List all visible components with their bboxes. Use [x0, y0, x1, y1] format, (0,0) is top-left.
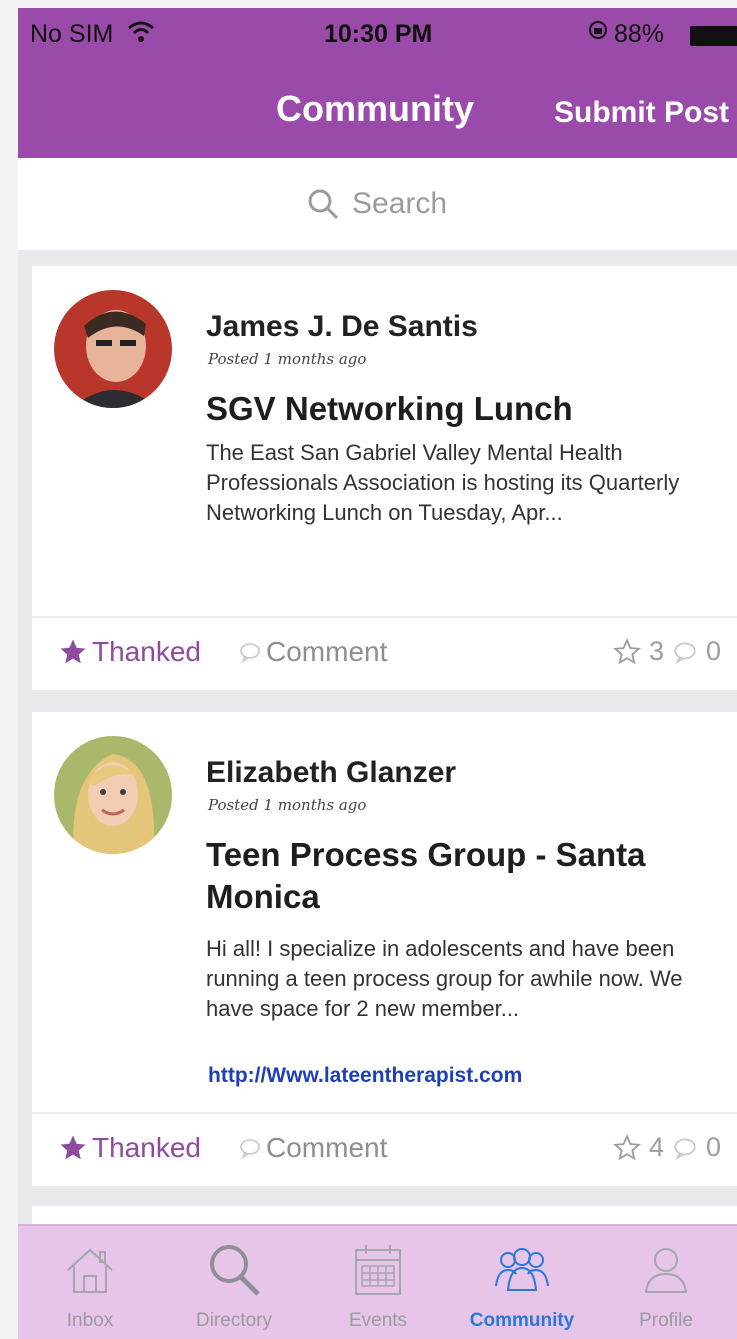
tab-bar: Inbox Directory Events Community Profile: [18, 1224, 737, 1339]
post-title[interactable]: Teen Process Group - Santa Monica: [206, 834, 706, 918]
search-placeholder: Search: [352, 187, 448, 220]
post-timestamp: Posted 1 months ago: [208, 350, 367, 368]
search-icon: [210, 1245, 260, 1296]
battery-percent: 88%: [614, 20, 665, 48]
submit-post-button[interactable]: Submit Post: [554, 96, 729, 130]
post-author[interactable]: James J. De Santis: [206, 310, 478, 344]
comment-button[interactable]: Comment: [238, 636, 387, 668]
comment-button[interactable]: Comment: [238, 1132, 387, 1164]
page-title: Community: [276, 88, 474, 129]
post-body: The East San Gabriel Valley Mental Healt…: [206, 440, 680, 525]
comment-count: 0: [705, 1132, 721, 1162]
star-filled-icon: [60, 1135, 86, 1160]
comment-count-icon: [674, 1137, 696, 1160]
thanks-count: 3: [648, 636, 664, 666]
thanked-button[interactable]: Thanked: [58, 1132, 201, 1164]
tab-label: Inbox: [66, 1310, 114, 1331]
carrier-label: No SIM: [30, 20, 114, 48]
tab-label: Community: [469, 1310, 575, 1331]
post-link[interactable]: http://Www.lateentherapist.com: [208, 1064, 522, 1088]
thanked-button[interactable]: Thanked: [58, 636, 201, 668]
person-icon: [644, 1248, 688, 1293]
star-outline-icon: [613, 637, 641, 664]
thanked-label: Thanked: [92, 1132, 201, 1163]
tab-community[interactable]: Community: [450, 1226, 594, 1339]
post-actions: Thanked Comment 4 0: [32, 1112, 737, 1186]
avatar[interactable]: [54, 290, 172, 408]
search-bar[interactable]: Search: [18, 158, 737, 250]
post-stats: 4 0: [613, 1132, 721, 1163]
calendar-icon: [355, 1245, 401, 1295]
tab-events[interactable]: Events: [306, 1226, 450, 1339]
post-card[interactable]: Elizabeth Glanzer Posted 1 months ago Te…: [32, 712, 737, 1186]
battery-icon: [690, 26, 737, 46]
orientation-lock-icon: [588, 20, 608, 46]
comment-icon: [240, 643, 260, 664]
post-actions: Thanked Comment 3 0: [32, 616, 737, 690]
home-icon: [67, 1248, 113, 1293]
tab-inbox[interactable]: Inbox: [18, 1226, 162, 1339]
status-time: 10:30 PM: [324, 20, 433, 48]
tab-label: Events: [348, 1310, 408, 1331]
post-author[interactable]: Elizabeth Glanzer: [206, 756, 456, 790]
comment-icon: [240, 1139, 260, 1160]
wifi-icon: [126, 18, 156, 51]
search-icon: [308, 189, 339, 220]
comment-count: 0: [705, 636, 721, 666]
tab-label: Directory: [195, 1310, 272, 1331]
comment-count-icon: [674, 641, 696, 664]
status-bar: No SIM 10:30 PM 88%: [18, 18, 737, 54]
post-timestamp: Posted 1 months ago: [208, 796, 367, 814]
star-filled-icon: [60, 639, 86, 664]
top-bar: No SIM 10:30 PM 88% Community Submit Pos…: [18, 8, 737, 158]
post-body: Hi all! I specialize in adolescents and …: [206, 936, 683, 1021]
comment-label: Comment: [266, 636, 388, 667]
tab-profile[interactable]: Profile: [594, 1226, 737, 1339]
app-screen: No SIM 10:30 PM 88% Community Submit Pos…: [18, 8, 737, 1339]
thanks-count: 4: [648, 1132, 664, 1162]
post-title[interactable]: SGV Networking Lunch: [206, 388, 706, 430]
avatar[interactable]: [54, 736, 172, 854]
post-stats: 3 0: [613, 636, 721, 667]
tab-directory[interactable]: Directory: [162, 1226, 306, 1339]
search-input[interactable]: Search: [306, 184, 447, 224]
star-outline-icon: [613, 1133, 641, 1160]
post-card[interactable]: James J. De Santis Posted 1 months ago S…: [32, 266, 737, 690]
comment-label: Comment: [266, 1132, 388, 1163]
thanked-label: Thanked: [92, 636, 201, 667]
tab-label: Profile: [639, 1310, 693, 1331]
group-icon: [495, 1248, 549, 1291]
